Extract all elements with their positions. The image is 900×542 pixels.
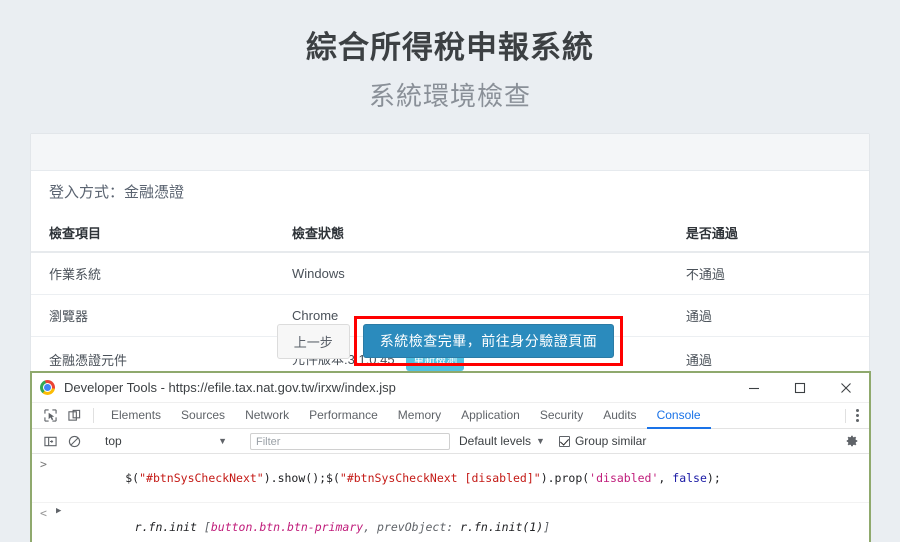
table-row: 作業系統 Windows 不通過 [31,252,869,295]
action-button-row: 上一步 系統檢查完畢，前往身分驗證頁面 [0,316,900,366]
tab-performance[interactable]: Performance [299,403,388,429]
group-similar-checkbox[interactable]: Group similar [558,434,647,448]
page-title: 綜合所得稅申報系統 [306,30,594,65]
menu-divider [845,408,846,423]
device-toolbar-icon[interactable] [62,403,86,428]
code-token-keyword: false [672,471,707,485]
execution-context-value: top [105,434,122,448]
page-subtitle: 系統環境檢查 [368,81,531,111]
check-item-name: 作業系統 [31,252,275,295]
maximize-icon[interactable] [777,373,823,403]
window-controls [731,373,869,403]
log-levels-value: Default levels [459,434,532,448]
close-icon[interactable] [823,373,869,403]
log-levels-select[interactable]: Default levels ▼ [459,434,545,448]
card-header-strip [31,134,869,171]
tab-security[interactable]: Security [530,403,593,429]
devtools-window-title: Developer Tools - https://efile.tax.nat.… [64,380,396,395]
check-item-state: Windows [274,252,668,295]
result-object-name: r.fn.init [134,520,204,534]
execution-context-select[interactable]: top ▼ [101,434,231,448]
column-header-pass: 是否通過 [667,214,869,253]
table-header-row: 檢查項目 檢查狀態 是否通過 [31,214,869,253]
highlight-annotation-box: 系統檢查完畢，前往身分驗證頁面 [353,316,624,366]
console-input-gutter: > [40,457,47,471]
code-token-string2: 'disabled' [589,471,659,485]
status-badge: 不通過 [667,252,869,295]
result-bracket-close: ] [543,520,551,534]
code-token: ).show();$( [263,471,340,485]
toolbar-divider [93,408,94,423]
tab-audits[interactable]: Audits [593,403,646,429]
code-token: ).prop( [540,471,590,485]
group-similar-label: Group similar [574,434,647,448]
tab-memory[interactable]: Memory [388,403,451,429]
column-header-item: 檢查項目 [31,214,275,253]
code-token: $( [125,471,140,485]
code-token-string: "#btnSysCheckNext [disabled]" [339,471,541,485]
checkbox-checked-icon [558,435,570,447]
inspect-element-icon[interactable] [38,403,62,428]
tab-application[interactable]: Application [451,403,530,429]
page-root: 綜合所得稅申報系統 系統環境檢查 登入方式：金融憑證 檢查項目 檢查狀態 是否通… [0,0,900,542]
devtools-tabbar: Elements Sources Network Performance Mem… [32,403,869,429]
gear-icon [846,435,858,447]
code-token: , [658,471,673,485]
chevron-down-icon: ▼ [218,436,227,446]
console-output-row[interactable]: < ▶ r.fn.init [button.btn.btn-primary, p… [32,503,869,542]
chevron-down-icon-levels: ▼ [536,436,545,446]
result-bracket: [ [203,520,211,534]
console-output-gutter: < [40,506,47,520]
code-token-string: "#btnSysCheckNext" [139,471,264,485]
column-header-state: 檢查狀態 [274,214,668,253]
console-filter-input[interactable]: Filter [250,432,450,450]
system-check-done-next-button[interactable]: 系統檢查完畢，前往身分驗證頁面 [362,324,615,358]
tab-elements[interactable]: Elements [101,403,171,429]
chrome-logo-icon [40,380,55,395]
console-toolbar: top ▼ Filter Default levels ▼ Group simi… [32,429,869,454]
result-prop: , prevObject: [363,520,461,534]
state-text: Windows [292,266,345,281]
previous-step-button[interactable]: 上一步 [276,323,350,359]
result-class: button.btn.btn-primary [210,520,364,534]
tab-network[interactable]: Network [235,403,299,429]
code-token: ); [706,471,721,485]
expand-triangle-icon[interactable]: ▶ [56,506,61,516]
clear-console-icon[interactable] [62,435,86,448]
devtools-more-menu[interactable] [835,403,869,428]
devtools-titlebar: Developer Tools - https://efile.tax.nat.… [32,373,869,403]
kebab-menu-icon[interactable] [856,407,859,424]
tab-console[interactable]: Console [646,403,711,429]
login-mode-label: 登入方式：金融憑證 [49,184,185,201]
minimize-icon[interactable] [731,373,777,403]
console-sidebar-icon[interactable] [38,435,62,448]
result-prevobject: r.fn.init(1) [460,520,544,534]
console-input-text: $("#btnSysCheckNext").show();$("#btnSysC… [56,457,721,499]
console-settings-button[interactable] [845,434,869,448]
devtools-window: Developer Tools - https://efile.tax.nat.… [30,371,871,542]
tab-sources[interactable]: Sources [171,403,235,429]
console-result-text: r.fn.init [button.btn.btn-primary, prevO… [65,506,550,542]
console-output: > $("#btnSysCheckNext").show();$("#btnSy… [32,454,869,542]
console-input-row[interactable]: > $("#btnSysCheckNext").show();$("#btnSy… [32,454,869,503]
